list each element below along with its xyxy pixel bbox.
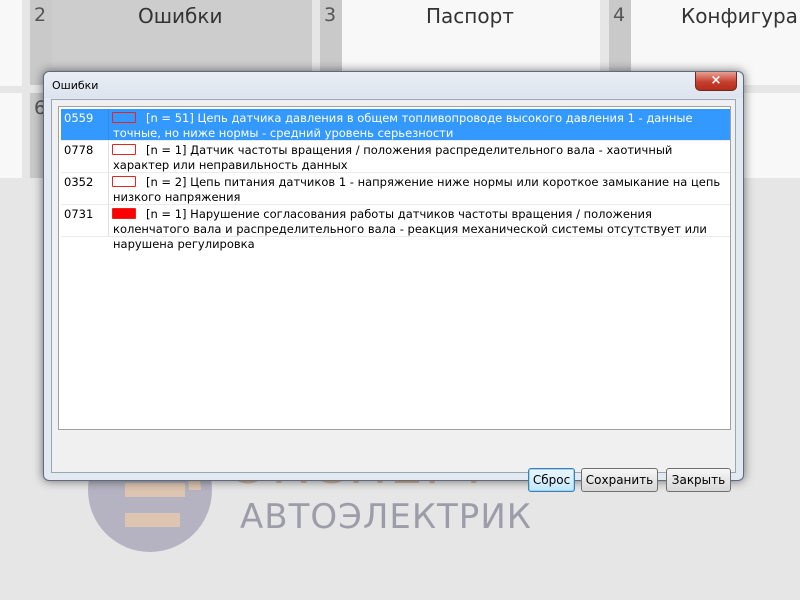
error-code: 0731 [64, 207, 94, 221]
close-icon[interactable]: × [695, 72, 737, 91]
column-divider [108, 109, 109, 141]
close-button[interactable]: Закрыть [666, 468, 731, 492]
error-list[interactable]: 0559 [n = 51] Цепь датчика давления в общ… [58, 106, 731, 430]
dialog-body: 0559 [n = 51] Цепь датчика давления в общ… [51, 99, 736, 492]
error-description: [n = 51] Цепь датчика давления в общем т… [113, 111, 693, 140]
error-row[interactable]: 0731 [n = 1] Нарушение согласования работ… [61, 205, 730, 251]
error-row[interactable]: 0778 [n = 1] Датчик частоты вращения / по… [61, 141, 730, 173]
column-divider [108, 141, 109, 173]
tile-errors-label: Ошибки [138, 4, 223, 28]
tile-1[interactable] [0, 0, 22, 86]
row-divider [61, 236, 730, 237]
errors-dialog: Ошибки × 0559 [n = 51] Цепь датчика давле… [43, 71, 744, 492]
tile-5[interactable] [0, 93, 22, 178]
error-row[interactable]: 0559 [n = 51] Цепь датчика давления в общ… [61, 109, 730, 141]
watermark-line2: АВТОЭЛЕКТРИК [240, 497, 532, 537]
error-description: [n = 1] Нарушение согласования работы да… [113, 207, 707, 251]
reset-button[interactable]: Сброс [528, 468, 575, 492]
tile-config-label: Конфигура [681, 4, 798, 28]
dialog-title: Ошибки [52, 79, 99, 92]
save-button[interactable]: Сохранить [581, 468, 658, 492]
error-description: [n = 2] Цепь питания датчиков 1 - напряж… [113, 175, 721, 204]
column-divider [108, 205, 109, 237]
error-code: 0352 [64, 175, 94, 189]
error-row[interactable]: 0352 [n = 2] Цепь питания датчиков 1 - на… [61, 173, 730, 205]
column-divider [108, 173, 109, 205]
dialog-titlebar[interactable]: Ошибки × [44, 72, 743, 98]
tile-passport-label: Паспорт [426, 4, 514, 28]
error-code: 0559 [64, 111, 94, 125]
error-code: 0778 [64, 143, 94, 157]
error-description: [n = 1] Датчик частоты вращения / положе… [113, 143, 673, 172]
